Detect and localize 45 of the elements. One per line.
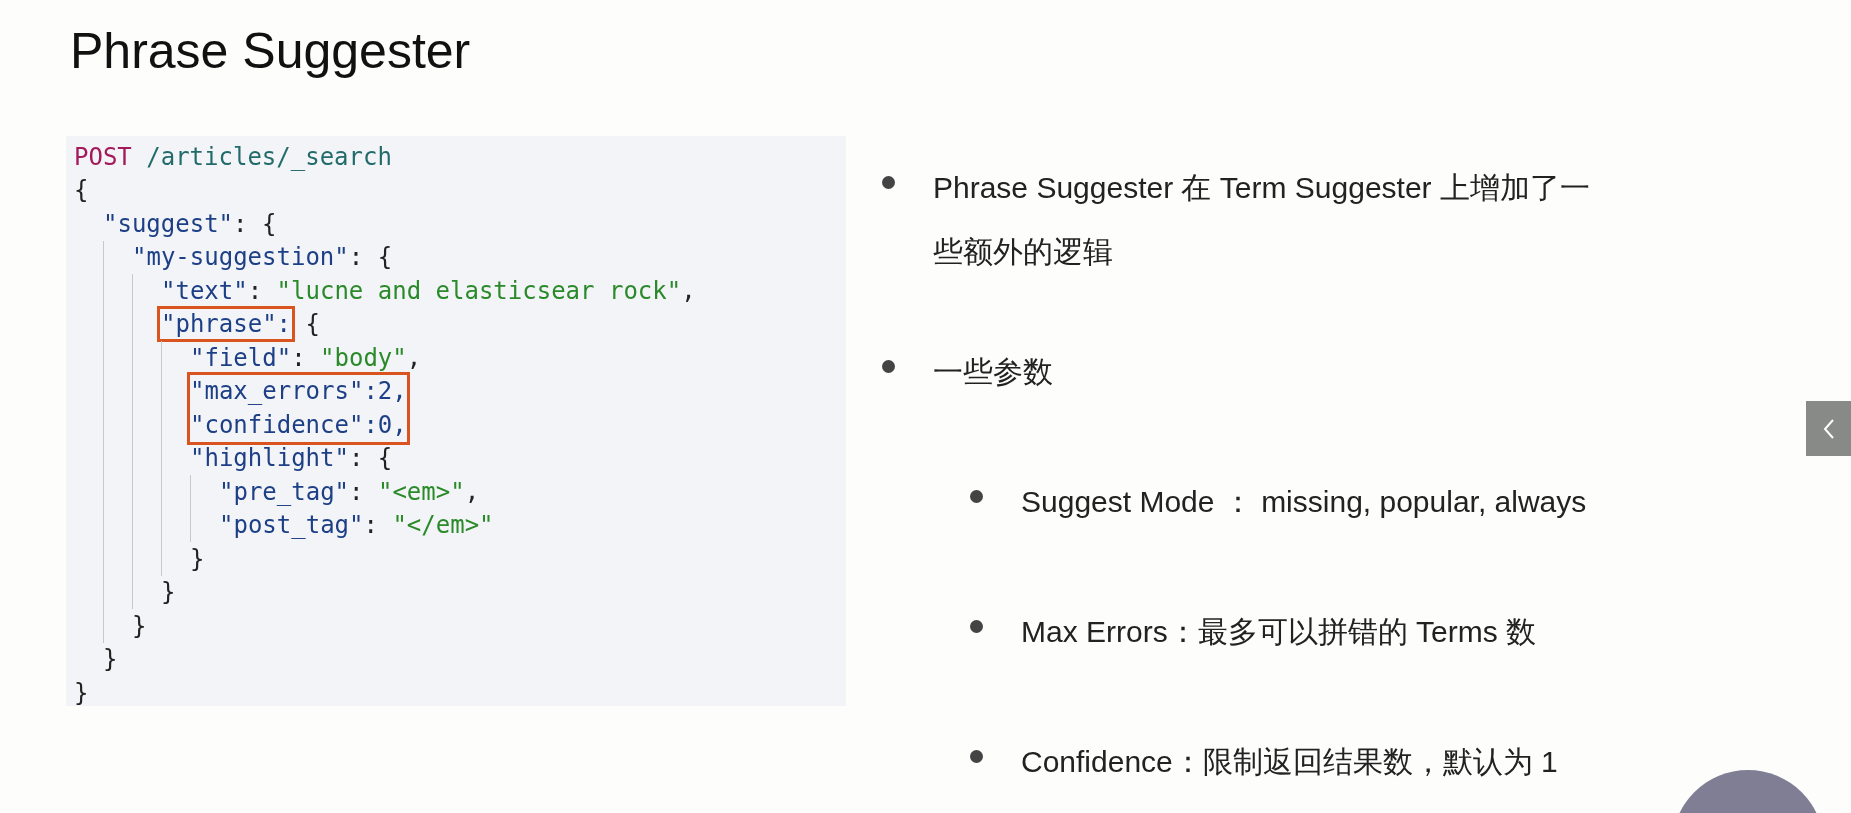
code-token: , — [681, 276, 696, 305]
chevron-left-icon — [1821, 417, 1836, 440]
code-token: "field" — [190, 343, 292, 372]
code-token: { — [304, 310, 320, 339]
code-token: "</em>" — [392, 511, 494, 540]
code-token: "highlight" — [190, 444, 349, 473]
slide-title: Phrase Suggester — [70, 22, 471, 80]
code-token: : — [349, 477, 365, 506]
code-token: : { — [348, 444, 393, 473]
code-token: } — [161, 578, 176, 607]
code-token: "max_errors":2, — [190, 377, 407, 406]
bullet-text: Confidence：限制返回结果数，默认为 1 — [1021, 744, 1559, 780]
code-token: "my-suggestion" — [132, 243, 349, 272]
code-token: , — [464, 477, 480, 506]
code-token: "pre_tag" — [219, 477, 350, 506]
code-token: "post_tag" — [219, 511, 364, 540]
code-token: /articles/_search — [145, 142, 392, 171]
code-token: "text" — [161, 276, 248, 305]
previous-button[interactable] — [1806, 401, 1851, 456]
code-token: "suggest" — [103, 209, 234, 238]
code-token: : — [247, 276, 264, 305]
bullet-text: Phrase Suggester 在 Term Suggester 上增加了一些额外的逻辑 — [933, 170, 1591, 270]
bullet-icon — [970, 620, 983, 633]
code-token: : — [291, 343, 307, 372]
bullet-icon — [882, 360, 895, 373]
code-token: "<em>" — [377, 477, 465, 506]
code-token: "body" — [320, 343, 407, 372]
code-token: : — [363, 511, 379, 540]
code-token: } — [103, 645, 118, 674]
code-token: } — [132, 611, 147, 640]
bullet-text: 一些参数 — [933, 354, 1054, 390]
code-token: { — [74, 176, 89, 205]
code-token: "lucne and elasticsear rock" — [276, 276, 682, 305]
code-token: POST — [74, 142, 132, 171]
code-token: } — [190, 544, 205, 573]
code-token: : { — [348, 243, 393, 272]
bullet-icon — [970, 750, 983, 763]
code-token: : { — [233, 209, 277, 238]
bullet-text: Suggest Mode ： missing, popular, always — [1021, 484, 1588, 520]
bullet-text: Max Errors：最多可以拼错的 Terms 数 — [1021, 614, 1537, 650]
code-token: } — [74, 678, 89, 707]
bullet-icon — [882, 176, 895, 189]
bullet-icon — [970, 490, 983, 503]
code-token: , — [406, 343, 422, 372]
code-token: "confidence":0, — [190, 410, 407, 439]
